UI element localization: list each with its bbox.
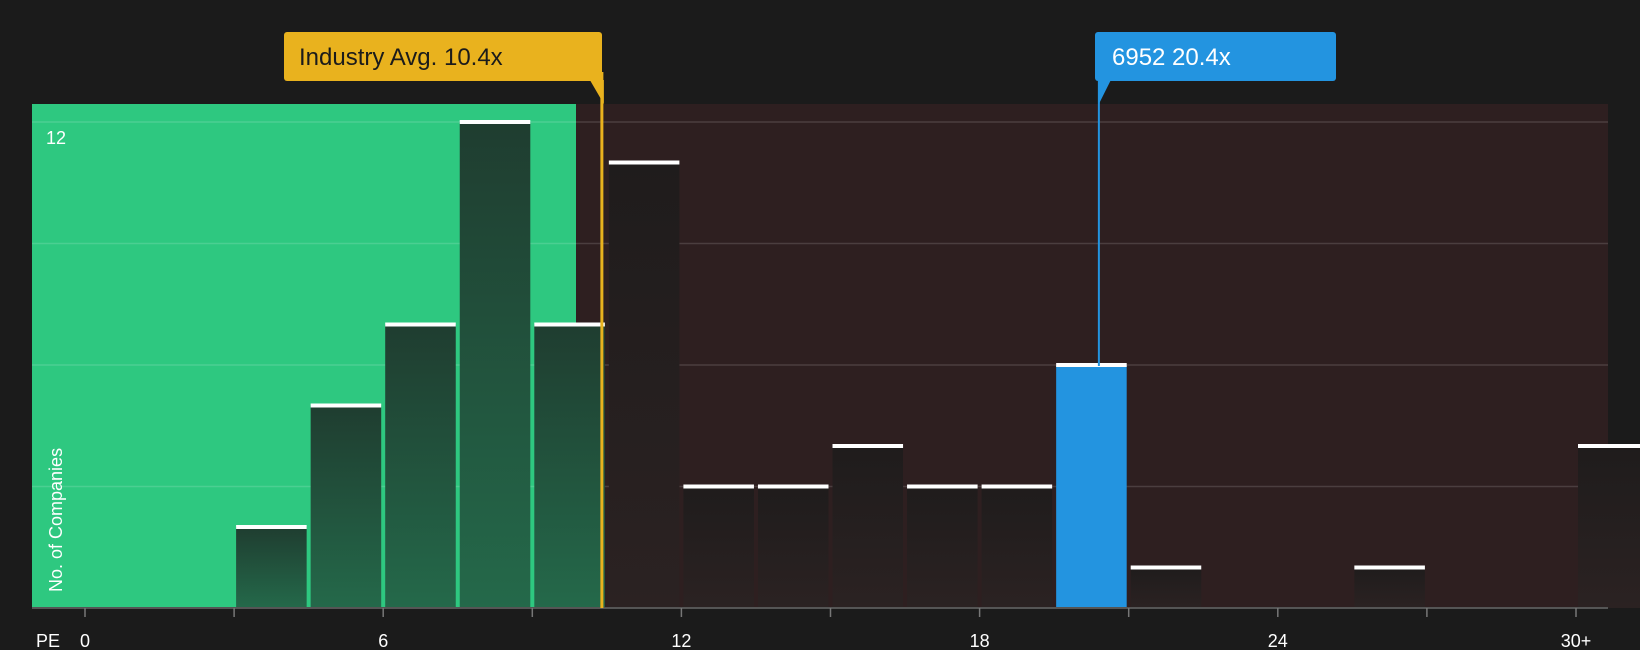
histogram-bar-8: [832, 446, 904, 608]
x-tick-labels: 0 6 12 18 24 30+: [80, 631, 1591, 650]
histogram-bar-cap-2: [385, 322, 456, 327]
histogram-bar-cap-14: [1578, 444, 1640, 448]
histogram-bar-cap-7: [757, 484, 829, 489]
histogram-bar-13: [1354, 567, 1425, 608]
histogram-bar-cap-4: [534, 322, 605, 327]
histogram-bar-1: [310, 405, 382, 608]
histogram-bar-6: [683, 486, 754, 608]
histogram-bar-12: [1130, 567, 1202, 608]
x-tick-label-12: 12: [671, 631, 691, 650]
industry-average-label: Industry Avg. 10.4x: [299, 44, 503, 71]
x-tick-label-24: 24: [1268, 631, 1288, 650]
histogram-bar-3: [459, 122, 531, 608]
company-pe-pointer: [1098, 80, 1111, 104]
histogram-bar-0: [236, 527, 307, 608]
histogram-bar-cap-9: [907, 484, 978, 489]
histogram-bar-cap-13: [1354, 565, 1425, 570]
company-pe-label: 6952 20.4x: [1112, 44, 1231, 71]
histogram-bar-cap-6: [683, 484, 754, 489]
industry-average-pointer: [589, 80, 604, 104]
x-tick-label-30-plus: 30+: [1561, 631, 1592, 650]
histogram-bar-10: [981, 486, 1053, 608]
x-tick-label-18: 18: [970, 631, 990, 650]
x-tick-label-0: 0: [80, 631, 90, 650]
y-tick-label-12: 12: [46, 128, 66, 148]
histogram-bar-cap-5: [608, 160, 680, 165]
histogram-bar-11: [1056, 365, 1127, 608]
histogram-bar-cap-3: [459, 120, 531, 124]
histogram-bar-14: [1578, 446, 1640, 608]
histogram-bar-cap-12: [1130, 565, 1202, 570]
x-axis-label: PE: [36, 631, 60, 650]
histogram-bar-9: [907, 486, 978, 608]
histogram-bar-4: [534, 324, 605, 608]
x-tick-label-6: 6: [378, 631, 388, 650]
pe-distribution-chart: 12 No. of Companies PE 0 6 12 18 24 30+ …: [32, 32, 1640, 650]
histogram-bar-2: [385, 324, 456, 608]
histogram-bar-5: [608, 162, 680, 608]
histogram-bar-cap-11: [1056, 363, 1127, 367]
x-axis-ticks: [84, 608, 1577, 617]
histogram-bar-cap-8: [832, 444, 904, 448]
histogram-bar-7: [757, 486, 829, 608]
histogram-bar-cap-1: [310, 403, 382, 408]
histogram-bar-cap-10: [981, 484, 1053, 489]
y-axis-label: No. of Companies: [46, 448, 66, 592]
histogram-bar-cap-0: [236, 525, 307, 529]
